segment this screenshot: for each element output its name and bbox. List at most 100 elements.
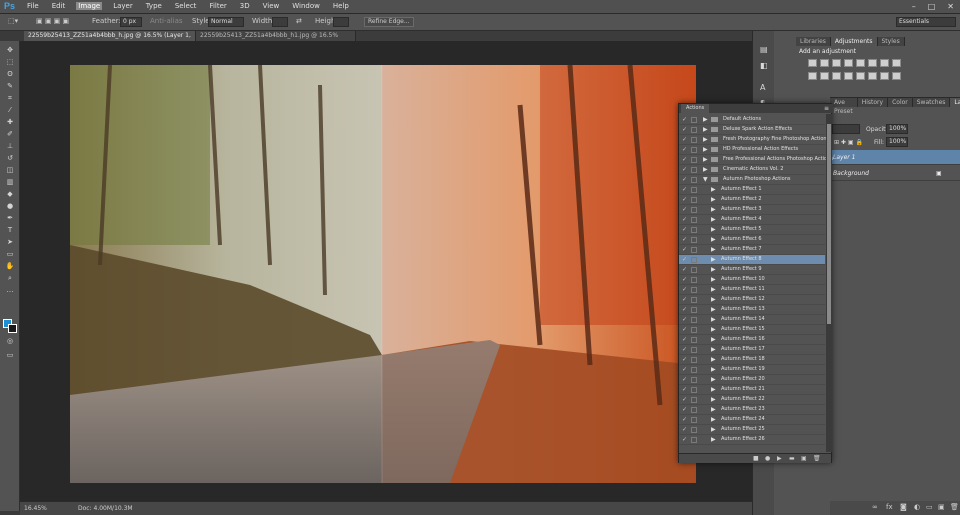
tab-swatches[interactable]: Swatches bbox=[912, 98, 951, 107]
check-icon[interactable]: ✓ bbox=[682, 186, 687, 193]
tab-styles[interactable]: Styles bbox=[877, 37, 905, 46]
check-icon[interactable]: ✓ bbox=[682, 336, 687, 343]
maximize-icon[interactable]: □ bbox=[928, 2, 936, 11]
panel-menu-icon[interactable]: ≡ bbox=[824, 104, 829, 113]
blend-mode-select[interactable] bbox=[832, 124, 860, 134]
background-color-swatch[interactable] bbox=[8, 324, 17, 333]
expand-icon[interactable]: ▶ bbox=[703, 116, 708, 123]
hue-sat-icon[interactable] bbox=[868, 59, 877, 67]
expand-icon[interactable]: ▶ bbox=[711, 376, 716, 383]
quick-select-icon[interactable]: ✎ bbox=[4, 82, 16, 90]
action-row[interactable]: ✓ ▶ Autumn Effect 12 bbox=[679, 295, 825, 305]
tab-adjustments[interactable]: Adjustments bbox=[830, 37, 878, 46]
dialog-toggle[interactable] bbox=[691, 437, 697, 443]
fx-icon[interactable]: fx bbox=[886, 503, 893, 511]
action-row[interactable]: ✓ ▶ Autumn Effect 3 bbox=[679, 205, 825, 215]
marquee-tool-icon[interactable]: ⬚ bbox=[4, 58, 16, 66]
dialog-toggle[interactable] bbox=[691, 287, 697, 293]
expand-icon[interactable]: ▶ bbox=[711, 426, 716, 433]
expand-icon[interactable]: ▶ bbox=[711, 206, 716, 213]
brush-tool-icon[interactable]: ✐ bbox=[4, 130, 16, 138]
action-row[interactable]: ✓ ▶ Autumn Effect 14 bbox=[679, 315, 825, 325]
action-row[interactable]: ✓ ▶ Autumn Effect 4 bbox=[679, 215, 825, 225]
action-set-row[interactable]: ✓ ▶ Cinematic Actions Vol. 2 bbox=[679, 165, 825, 175]
expand-icon[interactable]: ▶ bbox=[711, 186, 716, 193]
dialog-toggle[interactable] bbox=[691, 397, 697, 403]
expand-icon[interactable]: ▶ bbox=[711, 266, 716, 273]
type-tool-icon[interactable]: T bbox=[4, 226, 16, 234]
action-row[interactable]: ✓ ▶ Autumn Effect 19 bbox=[679, 365, 825, 375]
expand-icon[interactable]: ▶ bbox=[711, 246, 716, 253]
close-icon[interactable]: ✕ bbox=[947, 2, 954, 11]
expand-icon[interactable]: ▶ bbox=[711, 416, 716, 423]
dialog-toggle[interactable] bbox=[691, 327, 697, 333]
play-icon[interactable]: ▶ bbox=[777, 455, 782, 462]
menu-item-type[interactable]: Type bbox=[144, 2, 164, 10]
action-row[interactable]: ✓ ▶ Autumn Effect 22 bbox=[679, 395, 825, 405]
check-icon[interactable]: ✓ bbox=[682, 396, 687, 403]
dodge-tool-icon[interactable]: ● bbox=[4, 202, 16, 210]
menu-item-window[interactable]: Window bbox=[290, 2, 322, 10]
dialog-toggle[interactable] bbox=[691, 207, 697, 213]
expand-icon[interactable]: ▶ bbox=[703, 166, 708, 173]
expand-icon[interactable]: ▶ bbox=[711, 196, 716, 203]
action-row[interactable]: ✓ ▶ Autumn Effect 25 bbox=[679, 425, 825, 435]
photo-filter-icon[interactable] bbox=[808, 72, 817, 80]
menu-item-image[interactable]: Image bbox=[76, 2, 103, 10]
crop-tool-icon[interactable]: ⌗ bbox=[4, 94, 16, 102]
color-balance-icon[interactable] bbox=[880, 59, 889, 67]
action-row[interactable]: ✓ ▶ Autumn Effect 1 bbox=[679, 185, 825, 195]
action-row[interactable]: ✓ ▶ Autumn Effect 20 bbox=[679, 375, 825, 385]
layer-row-background[interactable]: Background ▣ bbox=[830, 166, 960, 181]
expand-icon[interactable]: ▶ bbox=[703, 126, 708, 133]
action-row[interactable]: ✓ ▶ Autumn Effect 2 bbox=[679, 195, 825, 205]
check-icon[interactable]: ✓ bbox=[682, 346, 687, 353]
stamp-tool-icon[interactable]: ⊥ bbox=[4, 142, 16, 150]
action-row[interactable]: ✓ ▶ Autumn Effect 26 bbox=[679, 435, 825, 445]
check-icon[interactable]: ✓ bbox=[682, 126, 687, 133]
menu-item-layer[interactable]: Layer bbox=[111, 2, 135, 10]
style-select[interactable]: Normal bbox=[208, 17, 244, 27]
eraser-tool-icon[interactable]: ◫ bbox=[4, 166, 16, 174]
workspace-select[interactable]: Essentials bbox=[896, 17, 956, 27]
adjustment-layer-icon[interactable]: ◐ bbox=[914, 503, 920, 511]
menu-item-3d[interactable]: 3D bbox=[238, 2, 252, 10]
screen-mode-icon[interactable]: ▭ bbox=[4, 351, 16, 359]
levels-icon[interactable] bbox=[820, 59, 829, 67]
dialog-toggle[interactable] bbox=[691, 137, 697, 143]
expand-icon[interactable]: ▶ bbox=[703, 156, 708, 163]
action-set-row[interactable]: ✓ ▶ Deluxe Spark Action Effects bbox=[679, 125, 825, 135]
check-icon[interactable]: ✓ bbox=[682, 296, 687, 303]
marquee-tool-icon[interactable]: ⬚▾ bbox=[8, 17, 18, 25]
record-icon[interactable]: ● bbox=[765, 455, 770, 462]
invert-icon[interactable] bbox=[844, 72, 853, 80]
history-icon[interactable]: ▤ bbox=[760, 45, 768, 54]
dialog-toggle[interactable] bbox=[691, 297, 697, 303]
expand-icon[interactable]: ▶ bbox=[711, 226, 716, 233]
new-layer-icon[interactable]: ▣ bbox=[938, 503, 945, 511]
action-row[interactable]: ✓ ▶ Autumn Effect 13 bbox=[679, 305, 825, 315]
swap-icon[interactable]: ⇄ bbox=[296, 17, 302, 25]
expand-icon[interactable]: ▶ bbox=[711, 316, 716, 323]
action-row[interactable]: ✓ ▶ Autumn Effect 9 bbox=[679, 265, 825, 275]
path-select-icon[interactable]: ➤ bbox=[4, 238, 16, 246]
minimize-icon[interactable]: – bbox=[912, 2, 916, 11]
check-icon[interactable]: ✓ bbox=[682, 136, 687, 143]
dialog-toggle[interactable] bbox=[691, 357, 697, 363]
delete-action-icon[interactable]: 🗑 bbox=[813, 455, 821, 462]
dialog-toggle[interactable] bbox=[691, 337, 697, 343]
tab-ave-preset[interactable]: Ave Preset bbox=[830, 98, 858, 115]
dialog-toggle[interactable] bbox=[691, 417, 697, 423]
dialog-toggle[interactable] bbox=[691, 317, 697, 323]
expand-icon[interactable]: ▶ bbox=[711, 366, 716, 373]
check-icon[interactable]: ✓ bbox=[682, 356, 687, 363]
new-set-icon[interactable]: ▬ bbox=[789, 455, 795, 462]
expand-icon[interactable]: ▶ bbox=[711, 216, 716, 223]
tab-libraries[interactable]: Libraries bbox=[796, 37, 831, 46]
history-brush-icon[interactable]: ↺ bbox=[4, 154, 16, 162]
check-icon[interactable]: ✓ bbox=[682, 316, 687, 323]
properties-icon[interactable]: ◧ bbox=[760, 61, 768, 70]
tab-layers[interactable]: Layers bbox=[950, 98, 960, 107]
check-icon[interactable]: ✓ bbox=[682, 196, 687, 203]
check-icon[interactable]: ✓ bbox=[682, 226, 687, 233]
